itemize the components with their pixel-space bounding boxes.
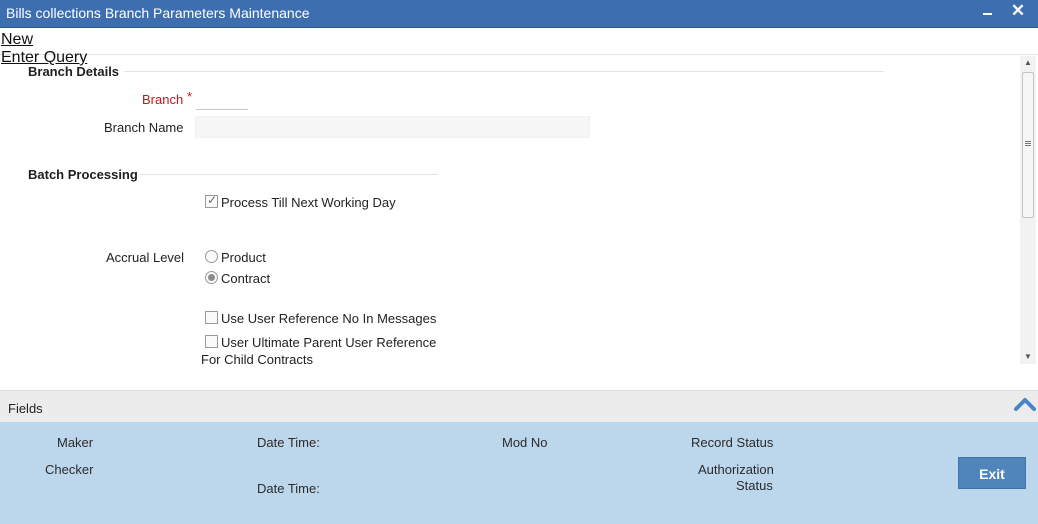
vertical-scrollbar[interactable]: ▲ ▼ xyxy=(1020,56,1036,364)
branch-input[interactable] xyxy=(196,89,248,110)
window-title: Bills collections Branch Parameters Main… xyxy=(6,5,310,21)
audit-panel: Maker Checker Date Time: Date Time: Mod … xyxy=(0,422,1038,524)
minimize-icon[interactable] xyxy=(976,0,1000,26)
record-status-label: Record Status xyxy=(691,435,774,450)
enter-query-link[interactable]: Enter Query xyxy=(1,49,87,67)
close-icon[interactable]: ✕ xyxy=(1006,0,1030,26)
main-form: Branch Details Branch * Branch Name Batc… xyxy=(0,54,1038,390)
user-ultimate-parent-label-line2: For Child Contracts xyxy=(201,352,313,367)
authorization-status-label: Authorization xyxy=(698,462,774,477)
scroll-up-arrow-icon[interactable]: ▲ xyxy=(1020,56,1036,70)
accrual-level-label: Accrual Level xyxy=(106,250,185,265)
section-divider xyxy=(124,71,884,72)
window-title-bar: Bills collections Branch Parameters Main… xyxy=(0,0,1038,28)
use-user-reference-label: Use User Reference No In Messages xyxy=(221,311,437,326)
batch-processing-title: Batch Processing xyxy=(28,167,138,182)
checker-date-time-label: Date Time: xyxy=(257,481,320,496)
use-user-reference-checkbox[interactable] xyxy=(205,311,218,324)
accrual-contract-radio[interactable] xyxy=(205,271,218,284)
user-ultimate-parent-checkbox[interactable] xyxy=(205,335,218,348)
required-marker: * xyxy=(187,89,193,104)
fields-bar: Fields xyxy=(0,390,1038,422)
branch-name-label: Branch Name xyxy=(104,120,184,135)
maker-date-time-label: Date Time: xyxy=(257,435,320,450)
branch-label: Branch xyxy=(142,92,184,107)
mod-no-label: Mod No xyxy=(502,435,548,450)
new-link[interactable]: New xyxy=(1,31,33,49)
scroll-down-arrow-icon[interactable]: ▼ xyxy=(1020,350,1036,364)
user-ultimate-parent-label: User Ultimate Parent User Reference xyxy=(221,335,437,350)
section-divider xyxy=(140,174,438,175)
maker-label: Maker xyxy=(57,435,94,450)
branch-name-input[interactable] xyxy=(195,116,590,138)
checker-label: Checker xyxy=(45,462,94,477)
process-till-next-working-day-label: Process Till Next Working Day xyxy=(221,195,396,210)
chevron-up-icon[interactable] xyxy=(1013,394,1037,416)
accrual-contract-label: Contract xyxy=(221,271,271,286)
fields-label: Fields xyxy=(8,401,43,416)
accrual-product-radio[interactable] xyxy=(205,250,218,263)
process-till-next-working-day-checkbox[interactable] xyxy=(205,193,218,208)
grip-icon xyxy=(1025,141,1031,142)
scroll-thumb[interactable] xyxy=(1022,72,1034,218)
accrual-product-label: Product xyxy=(221,250,266,265)
authorization-status-label-line2: Status xyxy=(736,478,773,493)
exit-button[interactable]: Exit xyxy=(958,457,1026,489)
